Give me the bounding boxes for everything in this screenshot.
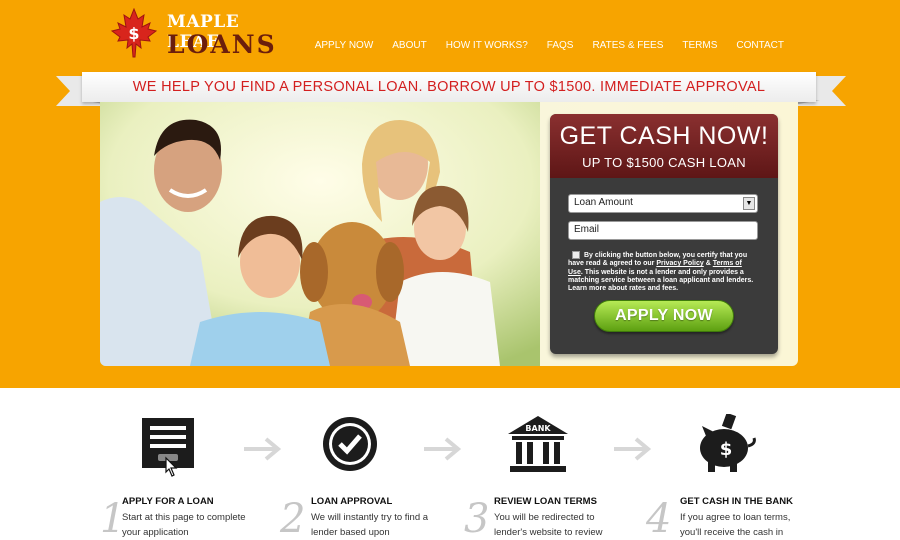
step-text-1: Start at this page to complete your appl…	[122, 512, 246, 538]
apply-now-button[interactable]: APPLY NOW	[594, 300, 734, 332]
step-title-2: LOAN APPROVAL	[311, 496, 393, 507]
dollar-sign: $	[128, 24, 139, 43]
header-area: $ MAPLE LEAF LOANS APPLY NOW ABOUT HOW I…	[0, 0, 900, 388]
main-nav: APPLY NOW ABOUT HOW IT WORKS? FAQS RATES…	[315, 40, 784, 51]
step-title-4: GET CASH IN THE BANK	[680, 496, 793, 507]
step-text-2: We will instantly try to find a lender b…	[311, 512, 429, 538]
bank-icon: BANK	[508, 416, 568, 472]
step-number-4: 4	[646, 496, 672, 540]
loan-form: GET CASH NOW! UP TO $1500 CASH LOAN Loan…	[550, 114, 778, 354]
form-header: GET CASH NOW! UP TO $1500 CASH LOAN	[550, 114, 778, 178]
nav-rates-fees[interactable]: RATES & FEES	[592, 40, 663, 51]
nav-about[interactable]: ABOUT	[392, 40, 426, 51]
headline-text: WE HELP YOU FIND A PERSONAL LOAN. BORROW…	[132, 79, 766, 95]
dollar-sign: $	[720, 439, 733, 460]
arrow-right-icon	[244, 437, 282, 461]
terms-text: By clicking the button below, you certif…	[568, 252, 754, 293]
nav-apply-now[interactable]: APPLY NOW	[315, 40, 374, 51]
loan-amount-select[interactable]: Loan Amount ▼	[568, 194, 758, 213]
chevron-down-icon[interactable]: ▼	[743, 197, 755, 210]
how-it-works-steps: BANK $ 1 APPLY FOR A LOAN Start at this …	[0, 388, 900, 540]
headline-banner: WE HELP YOU FIND A PERSONAL LOAN. BORROW…	[82, 72, 816, 102]
step-text-4: If you agree to loan terms, you'll recei…	[680, 512, 791, 538]
step-title-3: REVIEW LOAN TERMS	[494, 496, 597, 507]
email-field[interactable]: Email	[568, 221, 758, 240]
nav-how-it-works[interactable]: HOW IT WORKS?	[446, 40, 528, 51]
bank-label: BANK	[525, 424, 551, 433]
email-placeholder: Email	[574, 224, 600, 235]
checkmark-icon	[323, 417, 377, 471]
step-number-2: 2	[280, 496, 306, 540]
arrow-right-icon	[424, 437, 462, 461]
privacy-policy-link[interactable]: Privacy Policy	[656, 260, 703, 267]
step-title-1: APPLY FOR A LOAN	[122, 496, 214, 507]
family-photo	[100, 102, 540, 366]
nav-faqs[interactable]: FAQS	[547, 40, 574, 51]
nav-contact[interactable]: CONTACT	[736, 40, 784, 51]
logo-text-line2: LOANS	[167, 30, 277, 59]
loan-amount-value: Loan Amount	[574, 197, 633, 208]
step-text-3: You will be redirected to lender's websi…	[494, 512, 603, 538]
maple-leaf-icon: $	[110, 8, 158, 58]
application-form-icon	[142, 418, 194, 477]
step-number-3: 3	[464, 496, 490, 540]
arrow-right-icon	[614, 437, 652, 461]
piggy-bank-icon: $	[700, 414, 756, 472]
logo[interactable]: $ MAPLE LEAF LOANS	[110, 8, 280, 59]
nav-terms[interactable]: TERMS	[682, 40, 717, 51]
form-subtitle: UP TO $1500 CASH LOAN	[582, 155, 746, 170]
form-title: GET CASH NOW!	[559, 122, 769, 150]
